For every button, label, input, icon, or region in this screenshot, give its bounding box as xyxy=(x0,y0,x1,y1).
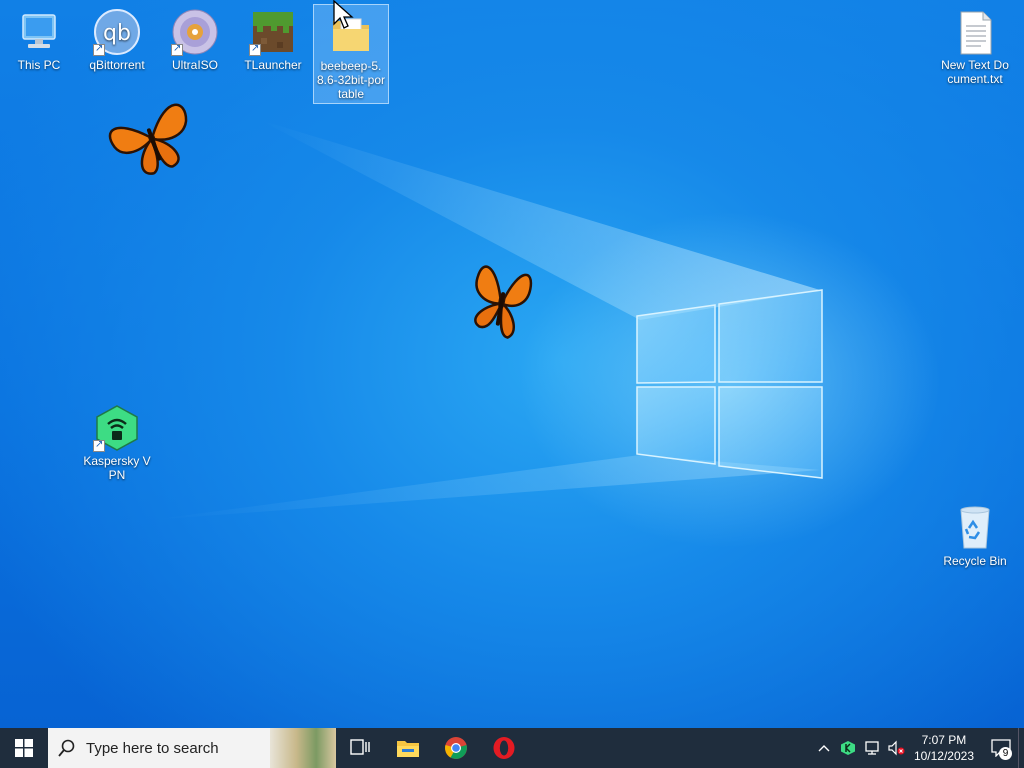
ultraiso-icon xyxy=(171,8,219,56)
kaspersky-tray-icon xyxy=(840,741,855,755)
shortcut-arrow-icon xyxy=(249,42,261,56)
opera-icon xyxy=(493,737,515,759)
recycle-bin-icon xyxy=(951,504,999,552)
volume-tray-button[interactable] xyxy=(884,728,908,768)
task-view-icon xyxy=(350,739,370,755)
search-icon xyxy=(58,739,75,757)
desktop[interactable]: This PC qb qBittorrent UltraISO xyxy=(0,0,1024,728)
windows-logo-wallpaper xyxy=(636,289,823,479)
network-icon xyxy=(865,741,879,755)
windows-start-icon xyxy=(15,739,33,757)
file-explorer-button[interactable] xyxy=(384,728,432,768)
kaspersky-vpn-icon xyxy=(93,404,141,452)
kaspersky-tray-button[interactable] xyxy=(836,728,860,768)
desktop-icon-label: This PC xyxy=(17,58,61,72)
desktop-icon-label: qBittorrent xyxy=(89,58,145,72)
taskbar-clock[interactable]: 7:07 PM 10/12/2023 xyxy=(914,732,974,764)
task-view-button[interactable] xyxy=(336,728,384,768)
desktop-icon-label: New Text Document.txt xyxy=(941,58,1009,86)
network-tray-button[interactable] xyxy=(860,728,884,768)
desktop-icon-qbittorrent[interactable]: qb qBittorrent xyxy=(81,4,153,72)
chrome-icon xyxy=(445,737,467,759)
desktop-icon-label: UltraISO xyxy=(171,58,218,72)
desktop-icon-label: Recycle Bin xyxy=(943,554,1007,568)
qbittorrent-icon: qb xyxy=(93,8,141,56)
taskbar: Type here to search 7:07 PM 10/12/2023 9 xyxy=(0,728,1024,768)
shortcut-arrow-icon xyxy=(171,42,183,56)
shortcut-arrow-icon xyxy=(93,438,105,452)
desktop-icon-ultraiso[interactable]: UltraISO xyxy=(159,4,231,72)
search-placeholder: Type here to search xyxy=(86,739,219,757)
clock-time: 7:07 PM xyxy=(921,733,967,747)
shortcut-arrow-icon xyxy=(93,42,105,56)
this-pc-icon xyxy=(15,8,63,56)
notification-count-badge: 9 xyxy=(999,747,1012,760)
desktop-icon-label: beebeep-5.8.6-32bit-portable xyxy=(316,59,386,101)
start-button[interactable] xyxy=(0,728,48,768)
desktop-icon-recycle-bin[interactable]: Recycle Bin xyxy=(939,500,1011,568)
chevron-up-icon xyxy=(818,745,830,752)
butterfly-icon xyxy=(108,103,188,175)
taskbar-search-box[interactable]: Type here to search xyxy=(48,728,336,768)
chrome-button[interactable] xyxy=(432,728,480,768)
system-tray: 7:07 PM 10/12/2023 9 xyxy=(812,728,1024,768)
action-center-button[interactable]: 9 xyxy=(984,728,1018,768)
show-hidden-icons-button[interactable] xyxy=(812,728,836,768)
clock-date: 10/12/2023 xyxy=(913,749,974,763)
tlauncher-icon xyxy=(249,8,297,56)
butterfly-icon xyxy=(474,265,533,339)
desktop-icon-label: TLauncher xyxy=(244,58,302,72)
text-file-icon xyxy=(951,8,999,56)
desktop-icon-this-pc[interactable]: This PC xyxy=(3,4,75,72)
opera-button[interactable] xyxy=(480,728,528,768)
show-desktop-button[interactable] xyxy=(1018,728,1024,768)
svg-text:qb: qb xyxy=(103,21,131,46)
desktop-icon-kaspersky-vpn[interactable]: Kaspersky VPN xyxy=(81,400,153,482)
desktop-icon-tlauncher[interactable]: TLauncher xyxy=(237,4,309,72)
desktop-icon-new-text-document[interactable]: New Text Document.txt xyxy=(939,4,1011,86)
file-explorer-icon xyxy=(397,741,419,757)
search-highlight-image xyxy=(270,728,336,768)
volume-muted-icon xyxy=(888,740,905,756)
desktop-icon-label: Kaspersky VPN xyxy=(83,454,151,482)
mouse-cursor-icon xyxy=(333,0,354,29)
